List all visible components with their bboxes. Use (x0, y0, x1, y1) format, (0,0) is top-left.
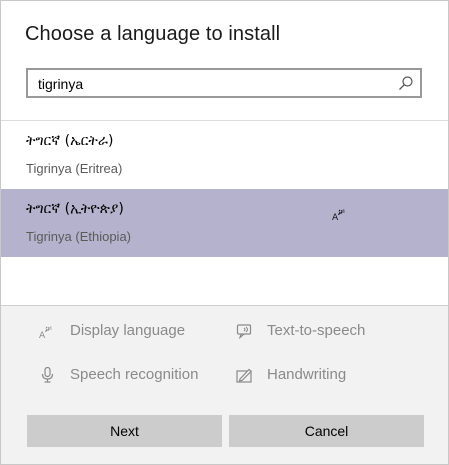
list-item[interactable]: ትግርኛ (ኤርትራ) Tigrinya (Eritrea) (1, 121, 448, 189)
choose-language-dialog: Choose a language to install ትግርኛ (ኤርትራ)… (0, 0, 449, 465)
microphone-icon (41, 367, 54, 383)
search-icon[interactable] (398, 75, 414, 91)
feature-label: Display language (70, 322, 186, 339)
feature-label: Speech recognition (70, 366, 199, 383)
feature-label: Handwriting (267, 366, 347, 383)
language-native-name: ትግርኛ (ኤርትራ) (26, 133, 114, 149)
list-item-selected[interactable]: ትግርኛ (ኢትዮጵያ) Tigrinya (Ethiopia) A ቻ (1, 189, 448, 257)
search-input[interactable] (38, 74, 388, 94)
cancel-button[interactable]: Cancel (229, 415, 424, 447)
search-box[interactable] (26, 68, 422, 98)
language-features-panel: A ቻ Display language Text-to-speech Spee… (1, 306, 448, 464)
text-to-speech-icon (236, 324, 252, 339)
language-english-name: Tigrinya (Ethiopia) (26, 229, 132, 244)
next-button[interactable]: Next (27, 415, 222, 447)
language-results-list: ትግርኛ (ኤርትራ) Tigrinya (Eritrea) ትግርኛ (ኢትዮ… (1, 121, 448, 304)
dialog-title: Choose a language to install (25, 23, 281, 45)
display-language-icon: A ቻ (332, 208, 345, 221)
handwriting-icon (236, 368, 252, 383)
feature-label: Text-to-speech (267, 322, 366, 339)
language-native-name: ትግርኛ (ኢትዮጵያ) (26, 201, 124, 217)
language-english-name: Tigrinya (Eritrea) (26, 161, 123, 176)
svg-text:ቻ: ቻ (45, 325, 52, 335)
svg-text:ቻ: ቻ (338, 208, 345, 218)
display-language-icon: A ቻ (39, 325, 52, 339)
